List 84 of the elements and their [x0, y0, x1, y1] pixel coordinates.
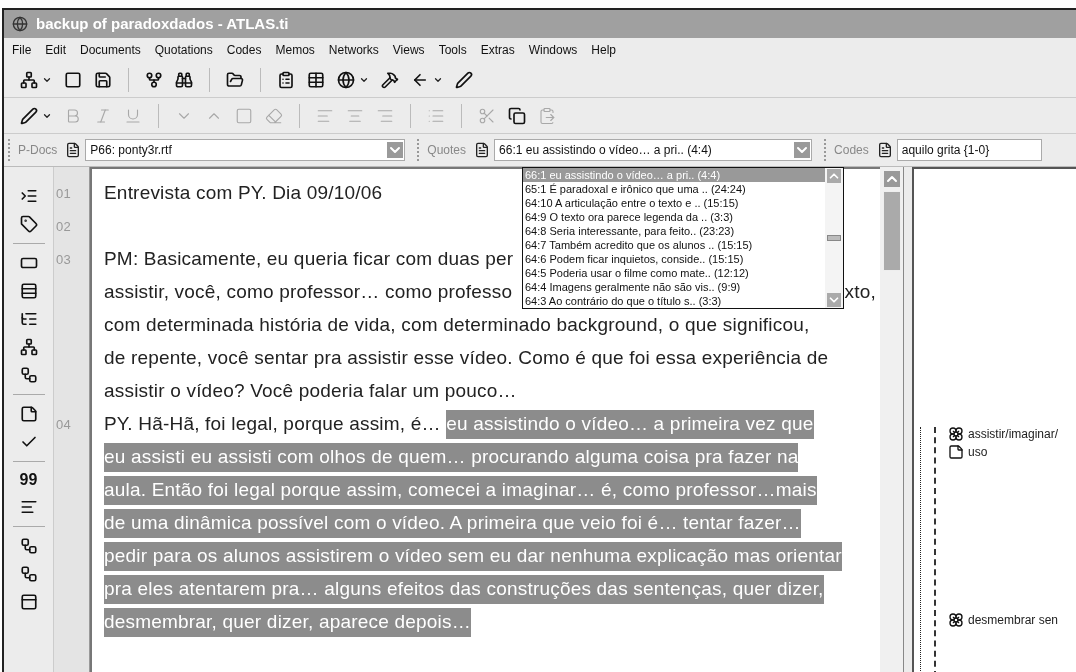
- menu-item[interactable]: Memos: [275, 41, 315, 59]
- code-label[interactable]: uso: [968, 443, 988, 461]
- document-text: assistir, você, como professor… como professo: [104, 280, 513, 305]
- menu-item[interactable]: Edit: [45, 41, 67, 59]
- menu-item[interactable]: Networks: [328, 41, 379, 59]
- quote-list-item[interactable]: 64:5 Poderia usar o filme como mate.. (12:12): [523, 266, 825, 280]
- quote-list-item[interactable]: 64:7 Também acredito que os alunos .. (15:15): [523, 238, 825, 252]
- menu-item[interactable]: Views: [392, 41, 425, 59]
- paragraph-number: 04: [56, 415, 71, 434]
- text-columns-icon[interactable]: [19, 498, 38, 516]
- memo-icon[interactable]: [19, 405, 38, 423]
- document-text: PY. Hã-Hã, foi legal, porque assim, é…: [104, 412, 442, 437]
- tree-icon[interactable]: [19, 310, 38, 328]
- quotation-text: eu assistindo o vídeo… a primeira vez que: [446, 410, 814, 439]
- quotation-text: aula. Então foi legal porque assim, comecei a imaginar… é, como professor…mais: [104, 476, 817, 505]
- quote-list-item[interactable]: 65:1 É paradoxal e irônico que uma .. (24:24): [523, 182, 825, 196]
- search-icon[interactable]: [175, 70, 193, 89]
- menu-item[interactable]: Windows: [528, 41, 578, 59]
- quotation-text: eu assisti eu assisti com olhos de quem… procurando alguma coisa pra fazer na: [104, 443, 799, 472]
- quote-count-icon[interactable]: 99: [19, 472, 38, 488]
- paragraph-number: 01: [56, 184, 71, 203]
- paragraph-number: 03: [56, 250, 71, 269]
- quotation-text: pedir para os alunos assistirem o vídeo sem eu dar nenhuma explicação mas orientar: [104, 542, 842, 571]
- app-icon: [12, 16, 28, 32]
- folder-icon[interactable]: [226, 70, 244, 89]
- indent-icon[interactable]: [19, 187, 38, 205]
- link-icon[interactable]: [19, 565, 38, 583]
- network-icon[interactable]: [19, 338, 38, 356]
- menu-item[interactable]: Extras: [480, 41, 515, 59]
- menu-item[interactable]: Help: [591, 41, 617, 59]
- code-label[interactable]: desmembrar sen: [968, 611, 1059, 629]
- document-icon: [474, 142, 491, 158]
- selector-label: Quotes: [426, 142, 468, 159]
- hammer-icon[interactable]: [381, 70, 399, 89]
- clipboard-icon[interactable]: [277, 70, 295, 89]
- selector-combobox[interactable]: aquilo grita {1-0}: [896, 139, 1042, 161]
- network-icon[interactable]: [20, 70, 38, 89]
- tree-icon[interactable]: [145, 70, 163, 89]
- code-icon: [948, 426, 964, 442]
- quotation-text: de uma dinâmica possível com o vídeo. A primeira que veio foi é… tentar fazer…: [104, 509, 801, 538]
- menu-item[interactable]: Documents: [80, 41, 141, 59]
- quote-list-item[interactable]: 64:10 A articulação entre o texto e .. (15:15): [523, 196, 825, 210]
- window-icon[interactable]: [64, 70, 82, 89]
- quotation-text: desmembrar, quer dizer, aparece depois…: [104, 608, 471, 637]
- save-icon[interactable]: [94, 70, 112, 89]
- menu-item[interactable]: Tools: [438, 41, 467, 59]
- selector-label: Codes: [833, 142, 870, 159]
- pen-icon[interactable]: [20, 106, 38, 125]
- code-label[interactable]: assistir/imaginar/: [968, 425, 1059, 443]
- window-title: backup of paradoxdados - ATLAS.ti: [36, 13, 289, 34]
- quote-list-item[interactable]: 64:3 Ao contrário do que o título s.. (3:3): [523, 294, 825, 308]
- panel-icon[interactable]: [19, 593, 38, 611]
- scroll-up-icon[interactable]: [883, 171, 900, 187]
- table-icon[interactable]: [307, 70, 325, 89]
- menu-item[interactable]: Quotations: [154, 41, 213, 59]
- quote-list-item[interactable]: 64:9 O texto ora parece legenda da .. (3:3): [523, 210, 825, 224]
- pen-icon[interactable]: [455, 70, 473, 89]
- menu-item[interactable]: File: [12, 41, 32, 59]
- document-text: xto,: [844, 280, 876, 305]
- document-text: assistir o vídeo? Você poderia falar um pouco…: [104, 379, 517, 404]
- selector-label: P-Docs: [17, 142, 59, 159]
- quotation-text: pra eles atentarem pra… alguns efeitos das construções das sentenças, quer dizer,: [104, 575, 824, 604]
- document-text: de repente, você sentar pra assistir esse vídeo. Como é que foi essa experiência de: [104, 346, 829, 371]
- document-text: Entrevista com PY. Dia 09/10/06: [104, 181, 383, 206]
- paragraph-number: 02: [56, 217, 71, 236]
- connector-icon[interactable]: [19, 366, 38, 384]
- document-text: com determinada história de vida, com determinado background, o que significou,: [104, 313, 810, 338]
- list-icon[interactable]: [19, 282, 38, 300]
- document-icon: [876, 142, 893, 158]
- code-icon: [948, 612, 964, 628]
- menu-item[interactable]: Codes: [226, 41, 262, 59]
- document-icon: [65, 142, 82, 158]
- memo-icon: [948, 444, 964, 460]
- globe-icon[interactable]: [337, 70, 355, 89]
- copy-icon[interactable]: [508, 106, 526, 125]
- tag-icon[interactable]: [19, 215, 38, 233]
- quote-list-item[interactable]: 64:4 Imagens geralmente não são vis.. (9:9): [523, 280, 825, 294]
- link-icon[interactable]: [19, 537, 38, 555]
- selector-combobox[interactable]: 66:1 eu assistindo o vídeo… a pri.. (4:4): [494, 139, 813, 161]
- scrollbar-thumb[interactable]: [827, 235, 841, 241]
- selector-combobox[interactable]: P66: ponty3r.rtf: [85, 139, 406, 161]
- quote-list-item[interactable]: 64:6 Podem ficar inquietos, conside.. (15:15): [523, 252, 825, 266]
- document-text: PM: Basicamente, eu queria ficar com duas per: [104, 247, 514, 272]
- quote-list-item[interactable]: 64:8 Seria interessante, para feito.. (23:23): [523, 224, 825, 238]
